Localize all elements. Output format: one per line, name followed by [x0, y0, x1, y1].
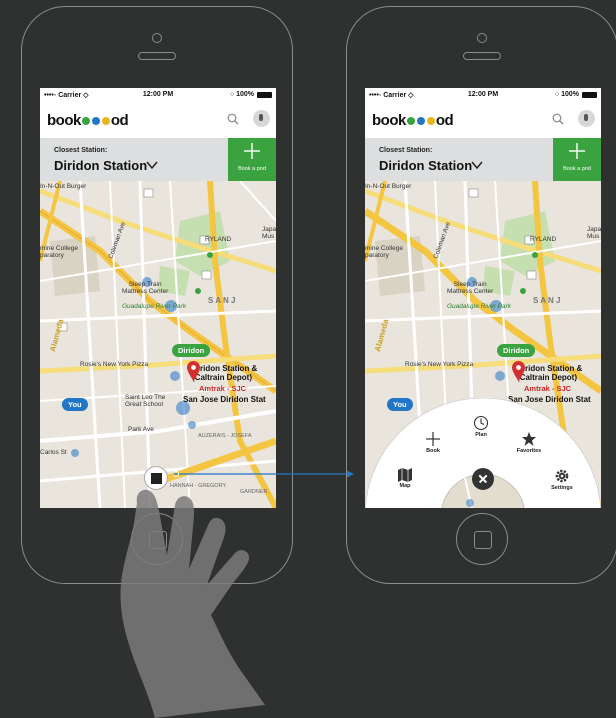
- map-label-burger: In-N-Out Burger: [40, 183, 87, 190]
- app-logo: book od: [372, 112, 454, 129]
- map-pin-icon[interactable]: [512, 361, 525, 381]
- radial-item-label: Favorites: [516, 448, 542, 454]
- screen-right: ••••◦ Carrier ◇ 12:00 PM ○ 100% book od C…: [365, 88, 601, 508]
- station-bar: Closest Station: Diridon Station Book a …: [40, 138, 276, 181]
- time-text: 12:00 PM: [467, 91, 499, 98]
- map-label-sleep-train: Sleep Train Mattress Center: [122, 281, 169, 295]
- hand-illustration: [120, 489, 266, 718]
- speaker: [138, 52, 176, 60]
- map-label-amtrak: Amtrak - SJC: [524, 384, 572, 393]
- app-logo: book od: [47, 112, 129, 129]
- camera: [477, 33, 487, 43]
- search-icon[interactable]: [227, 113, 239, 125]
- map-label-auzerais: AUZERAIS - JOSEFA: [198, 433, 252, 439]
- status-bar: ••••◦ Carrier ◇ 12:00 PM ○ 100%: [40, 88, 276, 103]
- book-a-pod-label: Book a pod: [563, 166, 591, 172]
- station-label: Closest Station:: [54, 147, 108, 154]
- home-button[interactable]: [456, 513, 508, 565]
- plus-icon: [569, 143, 585, 159]
- station-name[interactable]: Diridon Station: [54, 158, 147, 173]
- map-label-guadalupe: Guadalupe River Park: [447, 303, 511, 310]
- book-a-pod-label: Book a pod: [238, 166, 266, 172]
- map-label-carlos: Carlos St: [40, 449, 67, 456]
- you-pill[interactable]: You: [62, 398, 88, 411]
- battery-icon: [257, 92, 272, 98]
- time-text: 12:00 PM: [142, 91, 174, 98]
- carrier-text: ••••◦ Carrier ◇: [44, 92, 89, 99]
- radial-item-book[interactable]: Book: [413, 431, 453, 454]
- map-roads: [40, 181, 276, 508]
- map-label-amtrak: Amtrak - SJC: [199, 384, 247, 393]
- map-label-ryland: RYLAND: [205, 236, 232, 243]
- radial-item-label: Map: [399, 483, 411, 489]
- plus-icon: [426, 432, 440, 446]
- diridon-pill[interactable]: Diridon: [497, 344, 536, 357]
- station-name[interactable]: Diridon Station: [379, 158, 472, 173]
- map-label-rosies: Rosie's New York Pizza: [405, 361, 474, 368]
- diridon-pill[interactable]: Diridon: [172, 344, 211, 357]
- phone-right: ••••◦ Carrier ◇ 12:00 PM ○ 100% book od C…: [346, 6, 616, 584]
- map-label-sj-diridon: San Jose Diridon Stat: [183, 395, 266, 404]
- map-label-diridon-station: Diridon Station & (Caltrain Depot): [517, 364, 583, 382]
- map-label-san-jose: S A N J: [533, 296, 561, 305]
- mic-icon[interactable]: [578, 110, 595, 127]
- gear-icon: [555, 469, 569, 483]
- radial-item-plan[interactable]: Plan: [461, 415, 501, 438]
- battery-text: ○ 100%: [554, 91, 579, 98]
- map-label-park-ave: Park Ave: [128, 426, 154, 433]
- plus-icon: [244, 143, 260, 159]
- star-icon: [522, 432, 536, 446]
- map-label-san-jose: S A N J: [208, 296, 236, 305]
- mic-icon[interactable]: [253, 110, 270, 127]
- screen-left: ••••◦ Carrier ◇ 12:00 PM ○ 100% book od C…: [40, 88, 276, 508]
- radial-item-favorites[interactable]: Favorites: [509, 431, 549, 454]
- map-label-college: mine College paratory: [365, 245, 403, 259]
- camera: [152, 33, 162, 43]
- station-bar: Closest Station: Diridon Station Book a …: [365, 138, 601, 181]
- radial-item-label: Book: [426, 448, 440, 454]
- map-label-ryland: RYLAND: [530, 236, 557, 243]
- map-label-saint-leo: Saint Leo The Great School: [125, 394, 166, 408]
- station-label: Closest Station:: [379, 147, 433, 154]
- close-menu-button[interactable]: [472, 468, 494, 490]
- map-label-diridon-station: Diridon Station & (Caltrain Depot): [192, 364, 258, 382]
- chevron-down-icon[interactable]: [146, 160, 158, 170]
- chevron-down-icon[interactable]: [471, 160, 483, 170]
- radial-item-label: Plan: [475, 432, 487, 438]
- battery-icon: [582, 92, 597, 98]
- clock-icon: [473, 415, 489, 431]
- battery-text: ○ 100%: [229, 91, 254, 98]
- app-bar: book od: [365, 103, 601, 138]
- map-icon: [398, 468, 412, 482]
- radial-item-label: Settings: [551, 485, 573, 491]
- speaker: [463, 52, 501, 60]
- map-label-japan: Japa Mus: [587, 226, 601, 240]
- map-label-japan: Japa Mus: [262, 226, 276, 240]
- map[interactable]: In-N-Out Burger Coleman Ave mine College…: [40, 181, 276, 508]
- book-a-pod-button[interactable]: Book a pod: [228, 138, 276, 181]
- search-icon[interactable]: [552, 113, 564, 125]
- map-label-college: mine College paratory: [40, 245, 78, 259]
- map-label-burger: In-N-Out Burger: [365, 183, 412, 190]
- map-label-sleep-train: Sleep Train Mattress Center: [447, 281, 494, 295]
- map-pin-icon[interactable]: [187, 361, 200, 381]
- app-bar: book od: [40, 103, 276, 138]
- radial-item-settings[interactable]: Settings: [542, 468, 582, 491]
- map-label-guadalupe: Guadalupe River Park: [122, 303, 186, 310]
- carrier-text: ••••◦ Carrier ◇: [369, 92, 414, 99]
- status-bar: ••••◦ Carrier ◇ 12:00 PM ○ 100%: [365, 88, 601, 103]
- radial-item-map[interactable]: Map: [385, 468, 425, 489]
- book-a-pod-button[interactable]: Book a pod: [553, 138, 601, 181]
- map-label-rosies: Rosie's New York Pizza: [80, 361, 149, 368]
